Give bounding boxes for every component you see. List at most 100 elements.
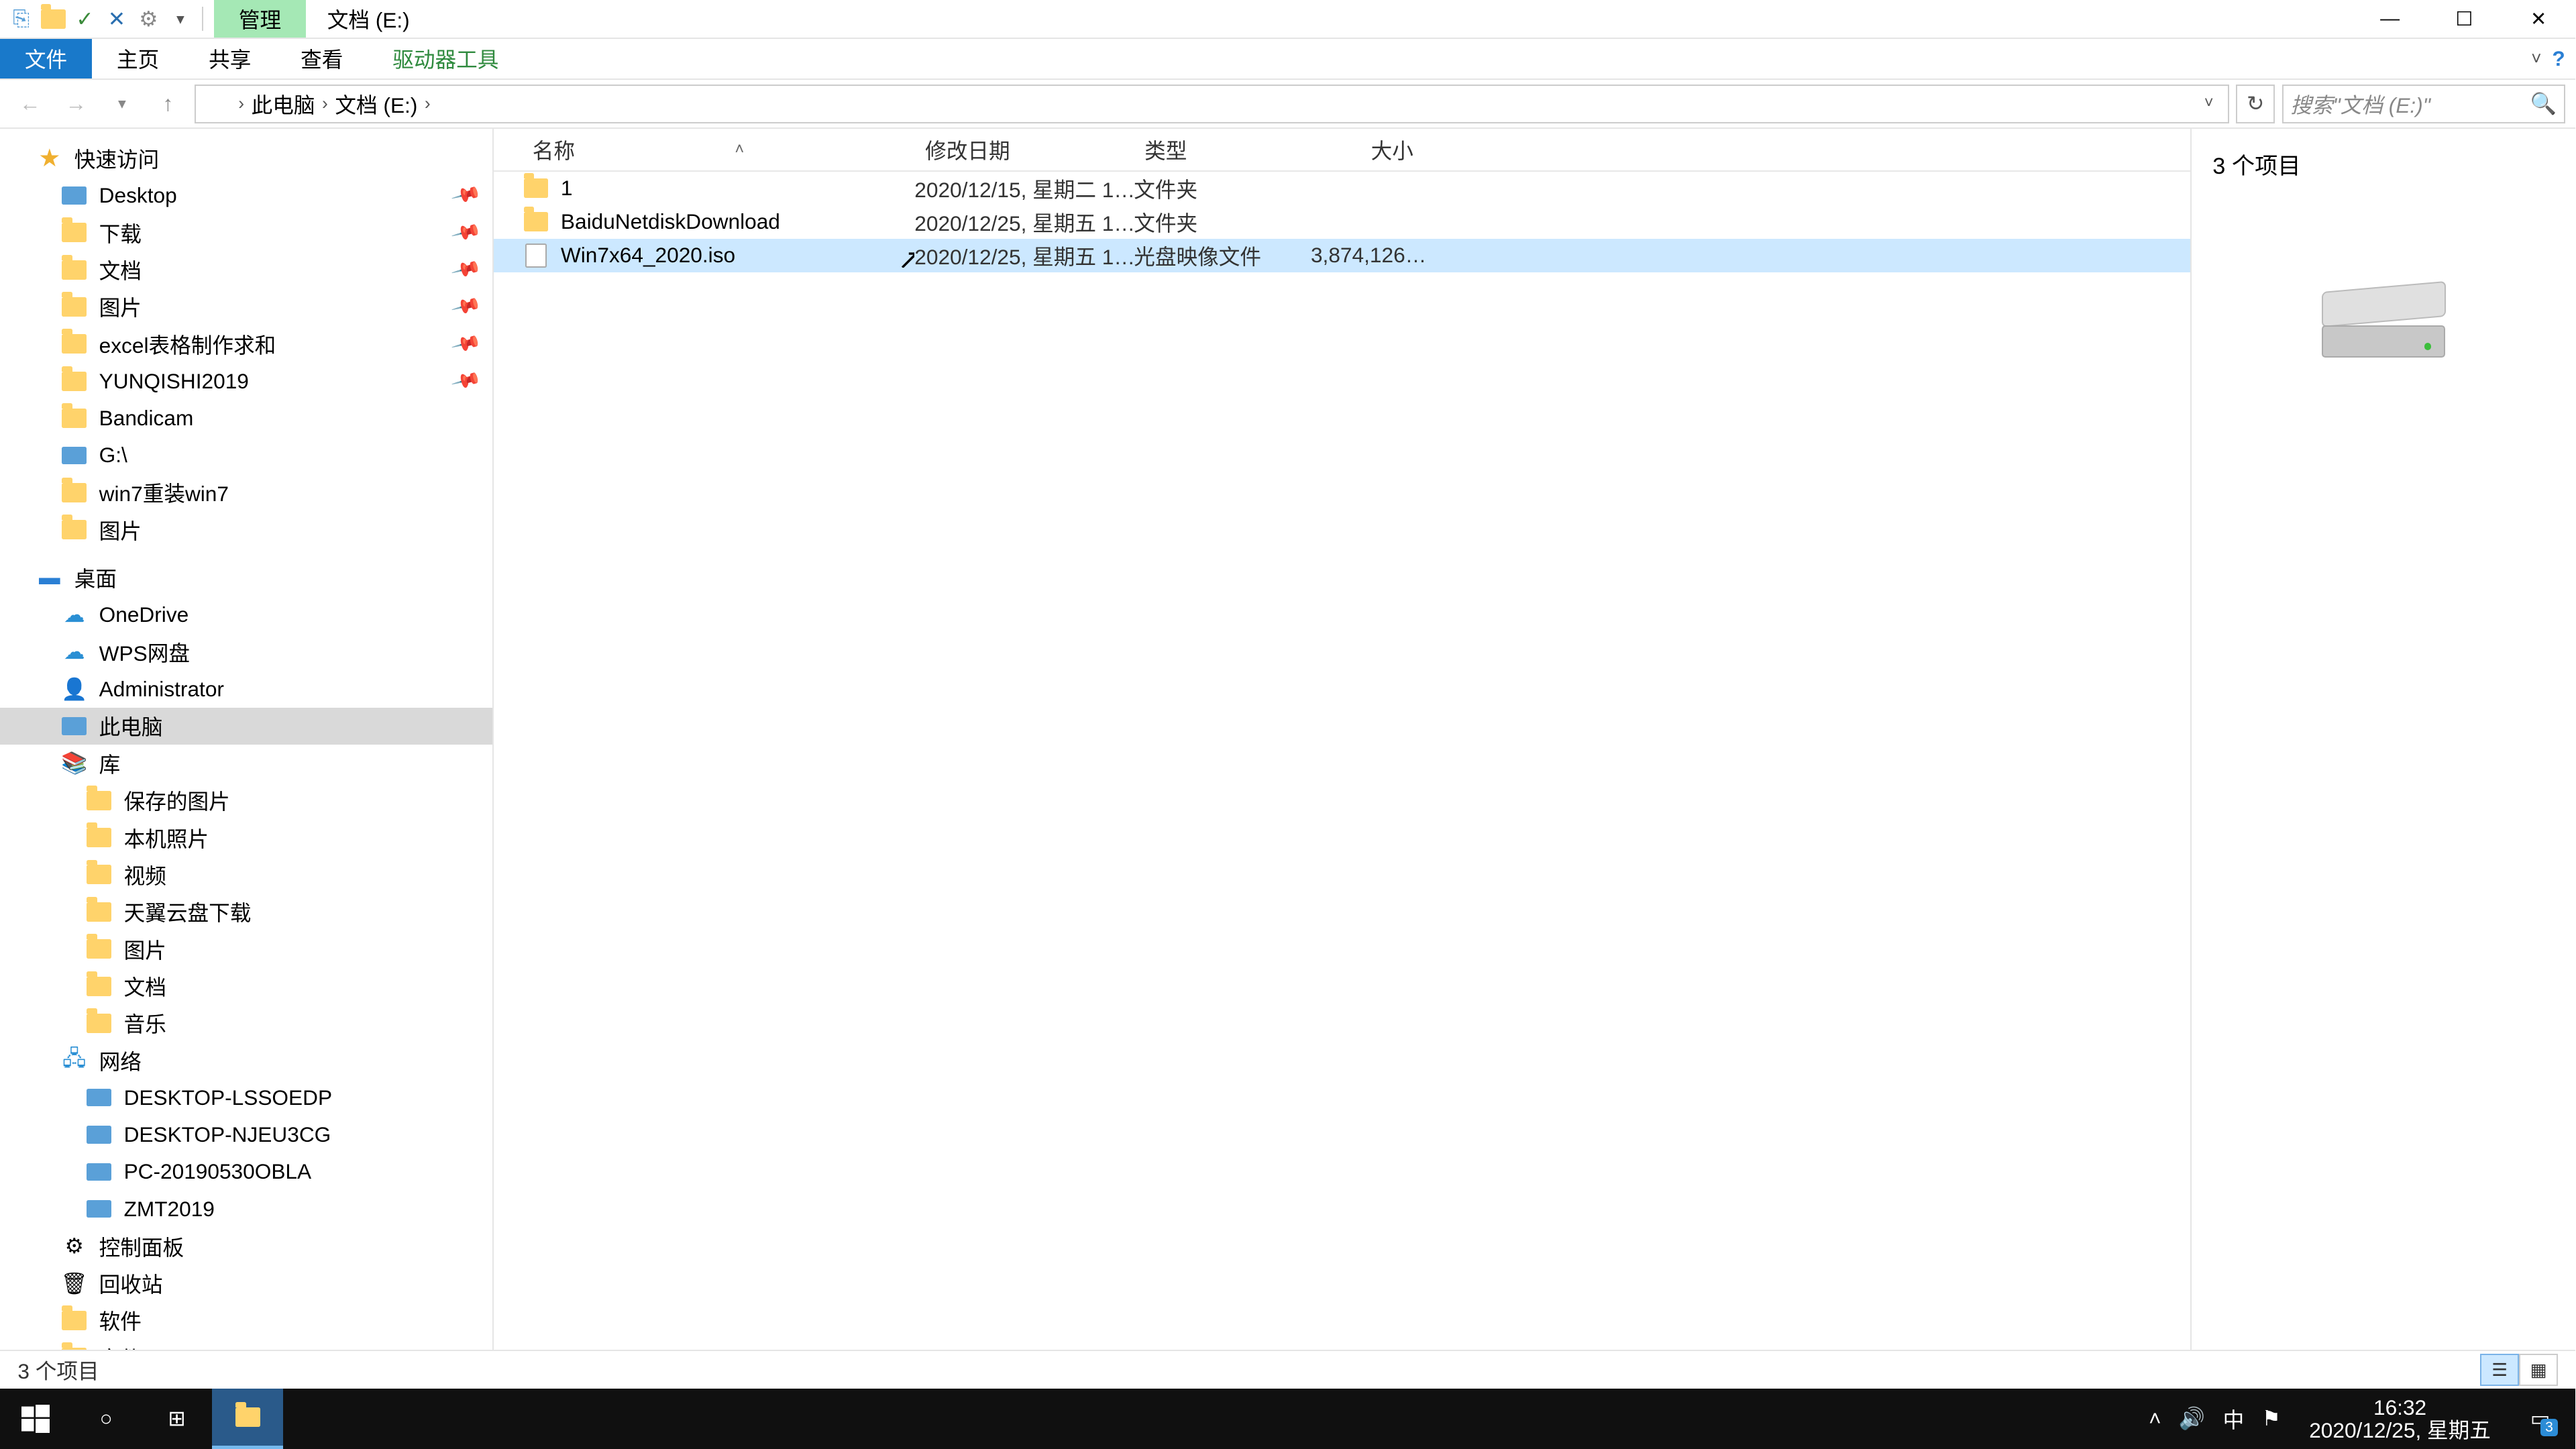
nav-item[interactable]: 文档📌 — [0, 251, 492, 288]
address-bar[interactable]: › 此电脑 › 文档 (E:) › ˅ — [195, 85, 2229, 123]
nav-item[interactable]: ☁OneDrive — [0, 596, 492, 633]
file-date: 2020/12/25, 星期五 1… — [914, 240, 1134, 271]
nav-label: 软件 — [99, 1305, 142, 1336]
minimize-button[interactable]: — — [2353, 0, 2427, 38]
nav-item[interactable]: 🖧网络 — [0, 1042, 492, 1079]
nav-item[interactable]: 文档 — [0, 967, 492, 1004]
task-view-button[interactable]: ⊞ — [142, 1389, 212, 1449]
help-icon[interactable]: ? — [2552, 46, 2565, 71]
tab-file[interactable]: 文件 — [0, 39, 92, 78]
nav-item[interactable]: 下载📌 — [0, 214, 492, 251]
file-rows[interactable]: 12020/12/15, 星期二 1…文件夹BaiduNetdiskDownlo… — [494, 172, 2190, 1350]
nav-item[interactable]: 视频 — [0, 856, 492, 893]
forward-button[interactable]: → — [56, 85, 95, 123]
nav-item[interactable]: 👤Administrator — [0, 670, 492, 707]
nav-item[interactable]: ☁WPS网盘 — [0, 633, 492, 670]
recent-locations-icon[interactable]: ▾ — [103, 85, 142, 123]
nav-item[interactable]: Desktop📌 — [0, 177, 492, 214]
crumb-drive-e[interactable]: 文档 (E:) — [328, 89, 425, 119]
gear-icon[interactable]: ⚙ — [134, 5, 162, 33]
nav-item[interactable]: G:\ — [0, 437, 492, 474]
nav-desktop[interactable]: ▬ 桌面 — [0, 559, 492, 596]
ribbon-expand-icon[interactable]: ˅ — [2531, 48, 2541, 69]
back-button[interactable]: ← — [11, 85, 50, 123]
close-blue-icon[interactable]: ✕ — [103, 5, 131, 33]
app-icon[interactable]: ⎘ — [7, 5, 36, 33]
nav-quick-access[interactable]: ★ 快速访问 — [0, 140, 492, 176]
ime-icon[interactable]: 中 — [2223, 1403, 2245, 1434]
icons-view-button[interactable]: ▦ — [2519, 1354, 2558, 1385]
network-icon: 🖧 — [60, 1046, 89, 1075]
nav-item[interactable]: 图片📌 — [0, 288, 492, 325]
nav-item[interactable]: 天翼云盘下载 — [0, 894, 492, 930]
file-row[interactable]: BaiduNetdiskDownload2020/12/25, 星期五 1…文件… — [494, 205, 2190, 239]
nav-label: WPS网盘 — [99, 637, 190, 667]
nav-item[interactable]: 保存的图片 — [0, 782, 492, 818]
nav-label: YUNQISHI2019 — [99, 369, 249, 394]
tab-home[interactable]: 主页 — [92, 39, 184, 78]
refresh-button[interactable]: ↻ — [2236, 85, 2275, 123]
explorer-taskbar-button[interactable] — [212, 1389, 282, 1449]
up-button[interactable]: ↑ — [148, 85, 187, 123]
control-panel-icon: ⚙ — [60, 1232, 89, 1260]
search-input[interactable]: 搜索"文档 (E:)" 🔍 — [2282, 85, 2565, 123]
nav-item[interactable]: ZMT2019 — [0, 1191, 492, 1228]
nav-item[interactable]: 音乐 — [0, 1005, 492, 1042]
drive-icon — [85, 1120, 113, 1148]
nav-item[interactable]: 📚库 — [0, 745, 492, 782]
column-type[interactable]: 类型 — [1134, 134, 1311, 165]
column-name[interactable]: 名称 ˄ — [522, 134, 914, 165]
nav-item[interactable]: DESKTOP-NJEU3CG — [0, 1116, 492, 1153]
flag-icon[interactable]: ⚑ — [2262, 1406, 2281, 1431]
crumb-this-pc[interactable]: 此电脑 — [244, 89, 322, 119]
close-button[interactable]: ✕ — [2502, 0, 2576, 38]
search-icon[interactable]: 🔍 — [2530, 91, 2557, 116]
column-date[interactable]: 修改日期 — [914, 134, 1134, 165]
nav-item[interactable]: 图片 — [0, 930, 492, 967]
nav-item[interactable]: 图片 — [0, 511, 492, 548]
tray-overflow-icon[interactable]: ˄ — [2149, 1406, 2161, 1431]
nav-item[interactable]: 软件 — [0, 1302, 492, 1339]
window-controls: — ☐ ✕ — [2353, 0, 2575, 38]
nav-item[interactable]: 文件 — [0, 1339, 492, 1350]
chevron-right-icon[interactable]: › — [238, 93, 244, 114]
nav-label: 文档 — [99, 254, 142, 285]
file-name: Win7x64_2020.iso — [561, 243, 914, 268]
tab-drive-tools[interactable]: 驱动器工具 — [368, 39, 523, 78]
folder-qat-icon[interactable] — [39, 5, 67, 33]
maximize-button[interactable]: ☐ — [2427, 0, 2502, 38]
nav-item[interactable]: win7重装win7 — [0, 474, 492, 511]
chevron-right-icon[interactable]: › — [425, 93, 431, 114]
separator — [202, 7, 204, 32]
file-row[interactable]: 12020/12/15, 星期二 1…文件夹 — [494, 172, 2190, 205]
nav-item[interactable]: DESKTOP-LSSOEDP — [0, 1079, 492, 1116]
search-taskbar-button[interactable]: ○ — [70, 1389, 141, 1449]
address-dropdown-icon[interactable]: ˅ — [2197, 95, 2220, 113]
nav-item[interactable]: Bandicam — [0, 400, 492, 437]
details-view-button[interactable]: ☰ — [2480, 1354, 2519, 1385]
action-center-button[interactable]: ▭ 3 — [2519, 1397, 2561, 1440]
tab-view[interactable]: 查看 — [276, 39, 368, 78]
navigation-pane[interactable]: ★ 快速访问 Desktop📌下载📌文档📌图片📌excel表格制作求和📌YUNQ… — [0, 129, 494, 1350]
nav-item[interactable]: 本机照片 — [0, 819, 492, 856]
contextual-tab-manage[interactable]: 管理 — [214, 0, 306, 38]
nav-label: 音乐 — [124, 1008, 166, 1038]
start-button[interactable] — [0, 1389, 70, 1449]
check-icon[interactable]: ✓ — [70, 5, 99, 33]
nav-item[interactable]: 🗑回收站 — [0, 1265, 492, 1301]
qat-dropdown-icon[interactable]: ▾ — [166, 5, 195, 33]
nav-label: ZMT2019 — [124, 1197, 215, 1222]
nav-label: win7重装win7 — [99, 477, 229, 508]
tab-share[interactable]: 共享 — [184, 39, 276, 78]
file-row[interactable]: Win7x64_2020.iso2020/12/25, 星期五 1…光盘映像文件… — [494, 239, 2190, 272]
clock[interactable]: 16:32 2020/12/25, 星期五 — [2298, 1396, 2501, 1442]
chevron-right-icon[interactable]: › — [322, 93, 328, 114]
nav-item[interactable]: 此电脑 — [0, 708, 492, 745]
nav-item[interactable]: PC-20190530OBLA — [0, 1153, 492, 1190]
file-type: 文件夹 — [1134, 207, 1311, 237]
column-size[interactable]: 大小 — [1311, 134, 1424, 165]
nav-item[interactable]: excel表格制作求和📌 — [0, 325, 492, 362]
nav-item[interactable]: YUNQISHI2019📌 — [0, 363, 492, 400]
volume-icon[interactable]: 🔊 — [2179, 1406, 2205, 1431]
nav-item[interactable]: ⚙控制面板 — [0, 1228, 492, 1265]
